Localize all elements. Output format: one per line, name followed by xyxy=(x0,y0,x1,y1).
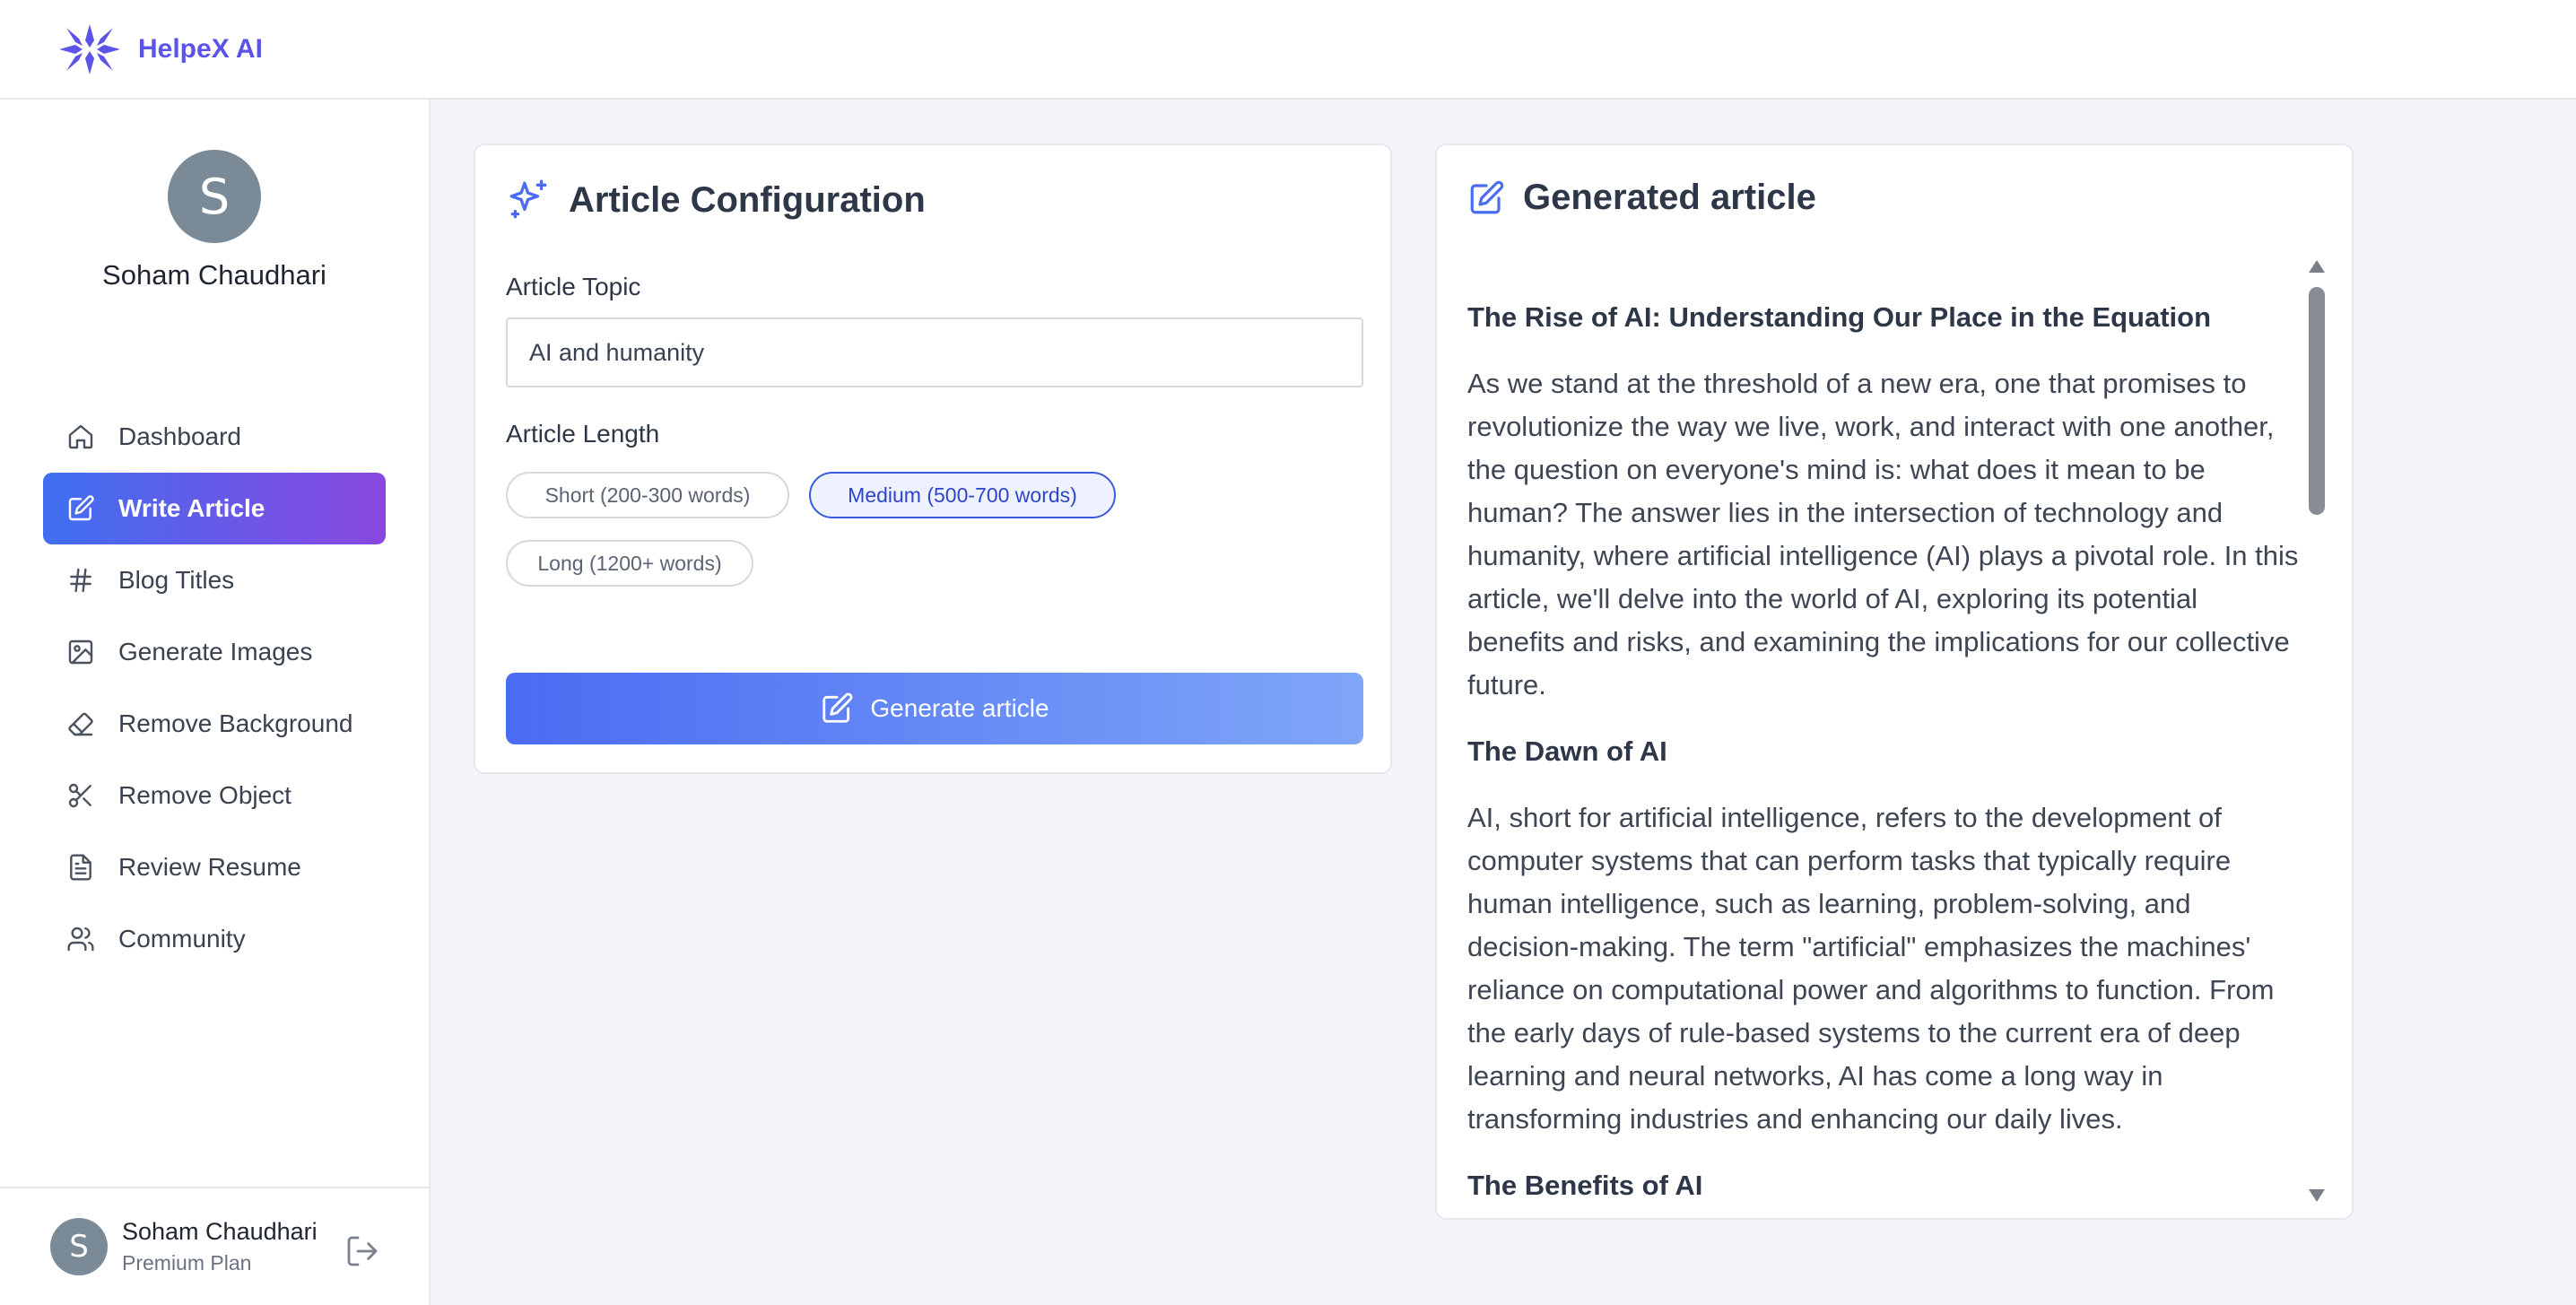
article-length-label: Article Length xyxy=(506,420,660,448)
footer-user-name: Soham Chaudhari xyxy=(122,1218,318,1245)
article-topic-input[interactable] xyxy=(506,318,1363,387)
sidebar-item-remove-object[interactable]: Remove Object xyxy=(43,760,386,831)
sidebar-item-blog-titles[interactable]: Blog Titles xyxy=(43,544,386,616)
edit-icon xyxy=(822,692,853,723)
sidebar-item-review-resume[interactable]: Review Resume xyxy=(43,831,386,903)
scissors-icon xyxy=(68,783,91,808)
sidebar-item-label: Write Article xyxy=(118,494,265,522)
footer-user-info: Soham Chaudhari Premium Plan xyxy=(122,1218,318,1275)
sidebar-item-label: Dashboard xyxy=(118,422,241,450)
sidebar-item-community[interactable]: Community xyxy=(43,903,386,975)
profile-section: S Soham Chaudhari xyxy=(0,150,429,291)
avatar[interactable]: S xyxy=(50,1218,108,1275)
article-topic-label: Article Topic xyxy=(506,273,641,300)
sidebar-item-dashboard[interactable]: Dashboard xyxy=(43,401,386,473)
snowflake-logo-icon[interactable] xyxy=(56,21,124,78)
hash-icon xyxy=(70,568,91,593)
generated-article-card: Generated article The Rise of AI: Unders… xyxy=(1435,144,2354,1220)
edit-icon xyxy=(68,495,94,521)
sidebar-footer: S Soham Chaudhari Premium Plan xyxy=(0,1187,429,1305)
article-section-heading: The Dawn of AI xyxy=(1467,735,1667,767)
sidebar-item-remove-background[interactable]: Remove Background xyxy=(43,688,386,760)
output-title: Generated article xyxy=(1523,178,1816,217)
article-scrollbar[interactable] xyxy=(2305,260,2330,1202)
article-section-heading: The Benefits of AI xyxy=(1467,1170,1703,1201)
sidebar-nav: Dashboard Write Article Blog Titles Gene… xyxy=(43,401,386,975)
sidebar-item-label: Generate Images xyxy=(118,638,313,666)
article-paragraph: As we stand at the threshold of a new er… xyxy=(1467,368,2299,700)
scroll-down-arrow[interactable] xyxy=(2309,1189,2325,1202)
config-title: Article Configuration xyxy=(569,179,926,220)
sparkles-icon xyxy=(509,179,547,219)
top-bar: HelpeX AI xyxy=(0,0,2576,100)
footer-plan: Premium Plan xyxy=(122,1251,252,1275)
sidebar-item-label: Remove Background xyxy=(118,709,353,737)
output-header: Generated article xyxy=(1467,178,1816,218)
article-heading: The Rise of AI: Understanding Our Place … xyxy=(1467,301,2212,333)
length-option-short[interactable]: Short (200-300 words) xyxy=(506,472,789,518)
brand-name[interactable]: HelpeX AI xyxy=(138,34,263,65)
logout-icon[interactable] xyxy=(344,1233,380,1269)
avatar[interactable]: S xyxy=(168,150,261,243)
length-option-medium[interactable]: Medium (500-700 words) xyxy=(809,472,1116,518)
sidebar-item-generate-images[interactable]: Generate Images xyxy=(43,616,386,688)
file-text-icon xyxy=(70,854,91,881)
scrollbar-thumb[interactable] xyxy=(2309,287,2325,515)
sidebar-item-label: Blog Titles xyxy=(118,566,235,594)
sidebar-item-label: Community xyxy=(118,925,246,953)
users-icon xyxy=(67,927,94,952)
config-header: Article Configuration xyxy=(506,178,926,222)
sidebar-item-label: Remove Object xyxy=(118,781,292,809)
image-icon xyxy=(68,639,93,665)
generate-article-label: Generate article xyxy=(870,694,1049,722)
article-paragraph: AI, short for artificial intelligence, r… xyxy=(1467,802,2275,1135)
article-configuration-card: Article Configuration Article Topic Arti… xyxy=(474,144,1392,774)
home-icon xyxy=(68,424,93,449)
generate-article-button[interactable]: Generate article xyxy=(506,673,1363,744)
edit-icon xyxy=(1470,180,1504,213)
sidebar-item-write-article[interactable]: Write Article xyxy=(43,473,386,544)
eraser-icon xyxy=(68,712,93,736)
profile-name: Soham Chaudhari xyxy=(102,259,326,291)
article-content[interactable]: The Rise of AI: Understanding Our Place … xyxy=(1467,280,2302,1213)
sidebar: S Soham Chaudhari Dashboard Write Articl… xyxy=(0,100,431,1305)
length-option-long[interactable]: Long (1200+ words) xyxy=(506,540,753,587)
sidebar-item-label: Review Resume xyxy=(118,853,301,881)
scroll-up-arrow[interactable] xyxy=(2309,260,2325,273)
